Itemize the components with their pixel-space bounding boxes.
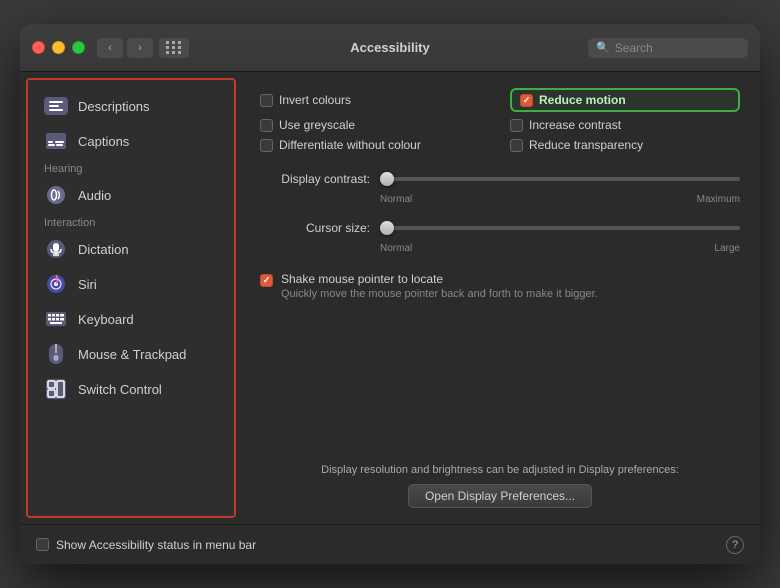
invert-colours-label: Invert colours — [279, 93, 351, 107]
reduce-motion-row[interactable]: Reduce motion — [510, 88, 740, 112]
sidebar-item-audio[interactable]: Audio — [32, 178, 230, 212]
search-placeholder: Search — [615, 41, 653, 55]
cursor-size-track[interactable] — [380, 226, 740, 230]
shake-section: Shake mouse pointer to locate Quickly mo… — [260, 272, 740, 300]
keyboard-icon — [44, 307, 68, 331]
shake-text: Shake mouse pointer to locate Quickly mo… — [281, 272, 598, 300]
show-status-checkbox[interactable] — [36, 538, 49, 551]
sidebar-item-dictation[interactable]: Dictation — [32, 232, 230, 266]
use-greyscale-row[interactable]: Use greyscale — [260, 118, 490, 132]
display-contrast-track[interactable] — [380, 177, 740, 181]
interaction-section-label: Interaction — [28, 213, 234, 231]
mouse-icon — [44, 342, 68, 366]
open-display-preferences-button[interactable]: Open Display Preferences... — [408, 484, 592, 508]
search-box[interactable]: 🔍 Search — [588, 38, 748, 58]
reduce-motion-checkbox[interactable] — [520, 94, 533, 107]
content-area: Descriptions Captions Hearing — [20, 72, 760, 524]
sidebar-item-captions[interactable]: Captions — [32, 124, 230, 158]
cursor-size-max-label: Large — [714, 243, 740, 254]
increase-contrast-row[interactable]: Increase contrast — [510, 118, 740, 132]
reduce-transparency-checkbox[interactable] — [510, 139, 523, 152]
display-note: Display resolution and brightness can be… — [260, 464, 740, 476]
titlebar: ‹ › Accessibility 🔍 Search — [20, 24, 760, 72]
display-contrast-max-label: Maximum — [697, 194, 740, 205]
descriptions-icon — [44, 94, 68, 118]
accessibility-window: ‹ › Accessibility 🔍 Search — [20, 24, 760, 564]
close-button[interactable] — [32, 41, 45, 54]
differentiate-checkbox[interactable] — [260, 139, 273, 152]
cursor-size-row: Cursor size: — [260, 221, 740, 235]
sidebar: Descriptions Captions Hearing — [26, 78, 236, 518]
use-greyscale-label: Use greyscale — [279, 118, 355, 132]
invert-colours-row[interactable]: Invert colours — [260, 88, 490, 112]
increase-contrast-label: Increase contrast — [529, 118, 621, 132]
reduce-transparency-label: Reduce transparency — [529, 138, 643, 152]
grid-icon — [166, 41, 182, 54]
differentiate-label: Differentiate without colour — [279, 138, 421, 152]
shake-checkbox[interactable] — [260, 274, 273, 287]
sidebar-item-label: Captions — [78, 134, 129, 149]
display-contrast-section: Display contrast: Normal Maximum — [260, 172, 740, 205]
sidebar-item-switch-control[interactable]: Switch Control — [32, 372, 230, 406]
display-contrast-row: Display contrast: — [260, 172, 740, 186]
hearing-section-label: Hearing — [28, 159, 234, 177]
reduce-transparency-row[interactable]: Reduce transparency — [510, 138, 740, 152]
display-contrast-scale-labels: Normal Maximum — [260, 194, 740, 205]
cursor-size-scale-labels: Normal Large — [260, 243, 740, 254]
bottom-bar: Show Accessibility status in menu bar ? — [20, 524, 760, 564]
options-grid: Invert colours Reduce motion Use greysca… — [260, 88, 740, 152]
dictation-icon — [44, 237, 68, 261]
main-panel: Invert colours Reduce motion Use greysca… — [240, 72, 760, 524]
sidebar-item-keyboard[interactable]: Keyboard — [32, 302, 230, 336]
reduce-motion-label: Reduce motion — [539, 93, 626, 107]
sidebar-item-label: Keyboard — [78, 312, 134, 327]
maximize-button[interactable] — [72, 41, 85, 54]
invert-colours-checkbox[interactable] — [260, 94, 273, 107]
switch-icon — [44, 377, 68, 401]
back-button[interactable]: ‹ — [97, 38, 123, 58]
sidebar-item-label: Descriptions — [78, 99, 150, 114]
search-icon: 🔍 — [596, 41, 610, 54]
cursor-size-section: Cursor size: Normal Large — [260, 221, 740, 254]
sidebar-item-label: Siri — [78, 277, 97, 292]
sidebar-item-label: Switch Control — [78, 382, 162, 397]
shake-label: Shake mouse pointer to locate — [281, 272, 598, 286]
sidebar-item-descriptions[interactable]: Descriptions — [32, 89, 230, 123]
show-status-row: Show Accessibility status in menu bar — [36, 538, 256, 552]
help-button[interactable]: ? — [726, 536, 744, 554]
window-title: Accessibility — [350, 40, 430, 55]
cursor-size-thumb[interactable] — [380, 221, 394, 235]
audio-icon — [44, 183, 68, 207]
use-greyscale-checkbox[interactable] — [260, 119, 273, 132]
show-status-label: Show Accessibility status in menu bar — [56, 538, 256, 552]
grid-button[interactable] — [159, 38, 189, 58]
display-contrast-min-label: Normal — [380, 194, 412, 205]
cursor-size-min-label: Normal — [380, 243, 412, 254]
minimize-button[interactable] — [52, 41, 65, 54]
sidebar-item-label: Mouse & Trackpad — [78, 347, 186, 362]
captions-icon — [44, 129, 68, 153]
sidebar-item-label: Audio — [78, 188, 111, 203]
sidebar-item-mouse-trackpad[interactable]: Mouse & Trackpad — [32, 337, 230, 371]
shake-description: Quickly move the mouse pointer back and … — [281, 288, 598, 300]
siri-icon — [44, 272, 68, 296]
traffic-lights — [32, 41, 85, 54]
increase-contrast-checkbox[interactable] — [510, 119, 523, 132]
sidebar-item-siri[interactable]: Siri — [32, 267, 230, 301]
display-contrast-thumb[interactable] — [380, 172, 394, 186]
nav-buttons: ‹ › — [97, 38, 153, 58]
forward-button[interactable]: › — [127, 38, 153, 58]
cursor-size-label: Cursor size: — [260, 221, 370, 235]
display-contrast-label: Display contrast: — [260, 172, 370, 186]
differentiate-row[interactable]: Differentiate without colour — [260, 138, 490, 152]
sidebar-item-label: Dictation — [78, 242, 129, 257]
